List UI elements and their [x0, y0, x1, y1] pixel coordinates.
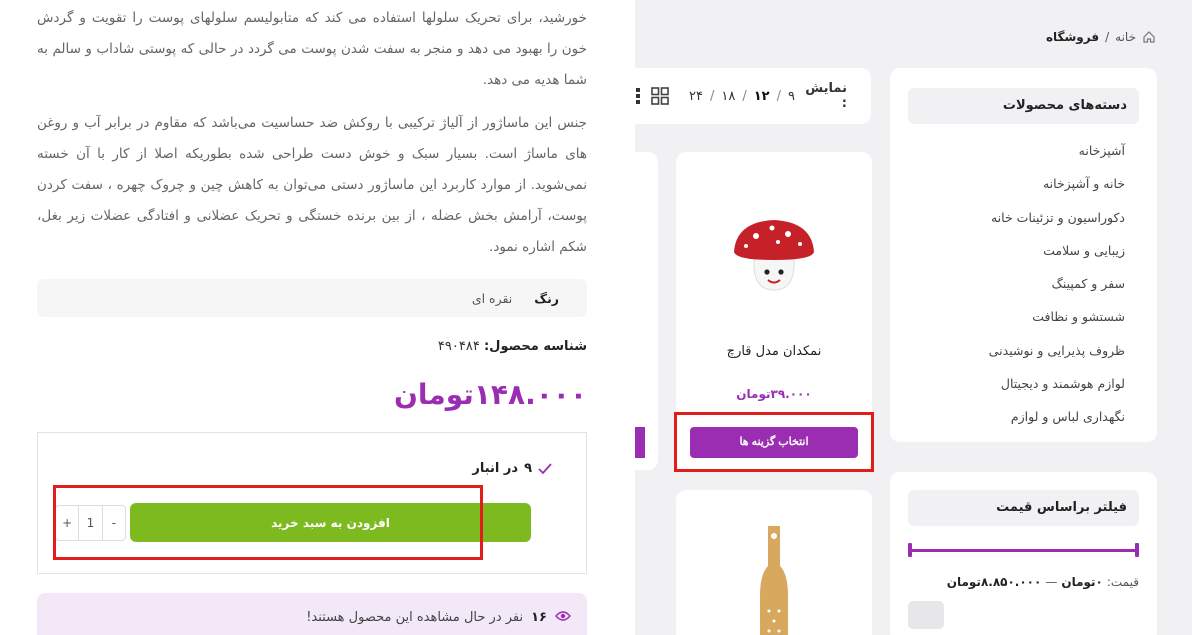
list-view-icon[interactable] [635, 87, 641, 105]
category-item[interactable]: لوازم هوشمند و دیجیتال [908, 367, 1139, 400]
category-item[interactable]: دکوراسیون و تزئینات خانه [908, 201, 1139, 234]
category-item[interactable]: خانه و آشپزخانه [908, 167, 1139, 200]
stock-label: در انبار [472, 461, 519, 476]
display-option-selected[interactable]: ۱۲ [754, 89, 770, 104]
display-bar: نمایش : ۹ / ۱۲ / ۱۸ / ۲۴ [635, 68, 871, 124]
viewers-count: ۱۶ [531, 610, 547, 625]
category-item[interactable]: شستشو و نظافت [908, 300, 1139, 333]
select-options-button-partial[interactable] [635, 427, 645, 458]
mushroom-salt-shaker-image[interactable] [726, 206, 822, 302]
category-item[interactable]: سفر و کمپینگ [908, 267, 1139, 300]
description-paragraph: خورشید، برای تحریک سلولها استفاده می کند… [37, 10, 587, 88]
home-icon[interactable] [1142, 30, 1156, 44]
eye-icon [555, 611, 571, 621]
price-slider-max-handle[interactable] [1135, 543, 1139, 557]
product-detail-panel: خورشید، برای تحریک سلولها استفاده می کند… [0, 0, 635, 635]
display-option[interactable]: ۲۴ [689, 89, 703, 104]
wooden-spatula-image[interactable] [754, 526, 794, 635]
breadcrumb-separator: / [1105, 30, 1110, 44]
display-separator: / [709, 88, 715, 104]
sku-value: ۴۹۰۴۸۴ [437, 339, 480, 354]
filter-button[interactable] [908, 601, 944, 629]
viewers-text: نفر در حال مشاهده این محصول هستند! [306, 610, 524, 625]
category-item[interactable]: آشپزخانه [908, 134, 1139, 167]
price-range-dash: — [1045, 575, 1058, 589]
stock-status: ۹ در انبار [472, 461, 552, 476]
display-option[interactable]: ۹ [788, 89, 795, 104]
display-option[interactable]: ۱۸ [721, 89, 735, 104]
price-range-min: ۰تومان [1061, 575, 1103, 589]
stock-count: ۹ [524, 461, 532, 476]
price-filter-widget: فیلتر براساس قیمت قیمت: ۰تومان — ۸.۸۵۰.۰… [890, 472, 1157, 635]
breadcrumb: خانه / فروشگاه [1046, 30, 1156, 44]
grid-view-icon[interactable] [651, 87, 669, 105]
display-label: نمایش : [805, 81, 847, 111]
product-card-partial [635, 152, 658, 470]
display-separator: / [776, 88, 781, 104]
check-icon [538, 462, 552, 474]
product-sku: شناسه محصول: ۴۹۰۴۸۴ [438, 339, 587, 354]
product-card [676, 490, 872, 635]
price-slider-track [908, 549, 1139, 552]
sku-label: شناسه محصول: [483, 339, 587, 354]
breadcrumb-home[interactable]: خانه [1115, 30, 1136, 44]
price-range-max: ۸.۸۵۰.۰۰۰تومان [946, 575, 1042, 589]
viewers-notice: ۱۶ نفر در حال مشاهده این محصول هستند! [37, 593, 587, 635]
price-range-label: قیمت: [1106, 575, 1139, 589]
description-paragraph: جنس این ماساژور از آلیاژ ترکیبی با روکش … [37, 115, 587, 255]
price-range: قیمت: ۰تومان — ۸.۸۵۰.۰۰۰تومان [908, 575, 1139, 589]
category-list: آشپزخانه خانه و آشپزخانه دکوراسیون و تزئ… [908, 134, 1139, 434]
product-price: ۳۹.۰۰۰تومان [736, 387, 812, 401]
product-name[interactable]: نمکدان مدل قارچ [676, 344, 872, 359]
highlight-box [53, 485, 483, 560]
price-filter-title: فیلتر براساس قیمت [908, 490, 1139, 526]
attribute-value: نقره ای [471, 290, 513, 306]
category-item[interactable]: نگهداری لباس و لوازم [908, 400, 1139, 433]
breadcrumb-current: فروشگاه [1045, 30, 1100, 44]
display-separator: / [742, 88, 747, 104]
attribute-row: رنگ نقره ای [37, 279, 587, 317]
categories-title: دسته‌های محصولات [908, 88, 1139, 124]
price-slider[interactable] [908, 543, 1139, 557]
price-slider-min-handle[interactable] [908, 543, 912, 557]
attribute-key: رنگ [534, 290, 559, 306]
categories-widget: دسته‌های محصولات آشپزخانه خانه و آشپزخان… [890, 68, 1157, 442]
category-item[interactable]: ظروف پذیرایی و نوشیدنی [908, 334, 1139, 367]
product-description: خورشید، برای تحریک سلولها استفاده می کند… [37, 5, 587, 263]
highlight-box [674, 412, 874, 472]
product-price-large: ۱۴۸.۰۰۰تومان [393, 378, 587, 411]
category-item[interactable]: زیبایی و سلامت [908, 234, 1139, 267]
